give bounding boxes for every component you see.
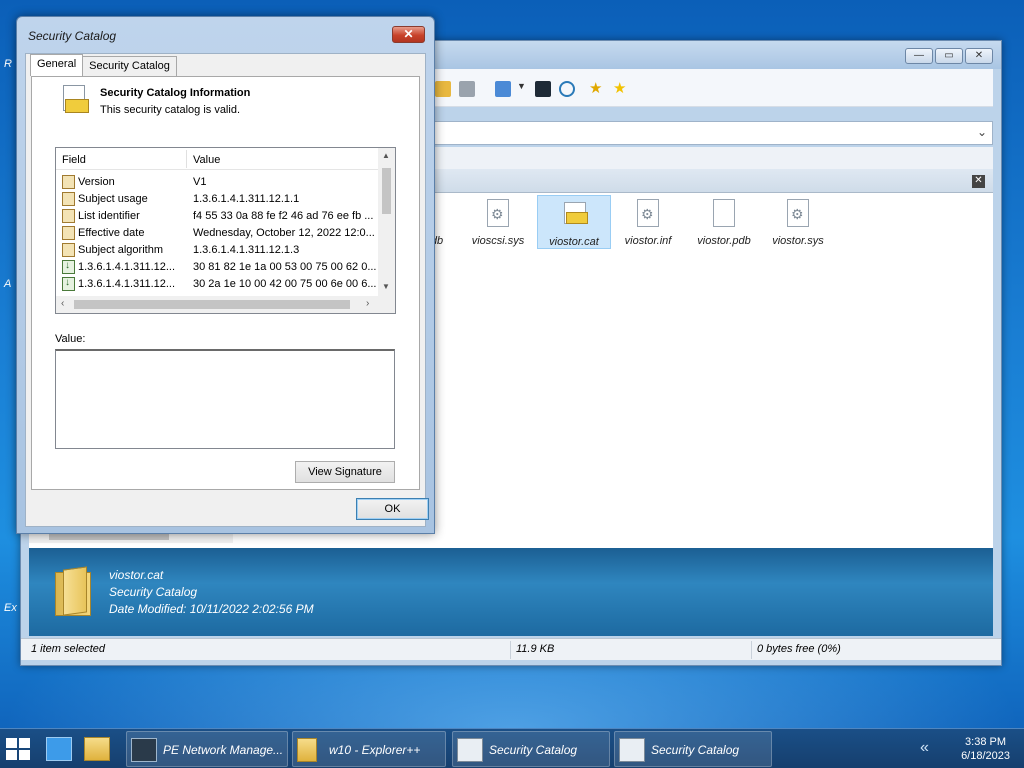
status-selection: 1 item selected: [31, 643, 105, 655]
close-tab-icon[interactable]: ✕: [972, 175, 985, 188]
table-row[interactable]: List identifier f4 55 33 0a 88 fe f2 46 …: [56, 208, 378, 225]
dialog-close-button[interactable]: ✕: [392, 26, 425, 43]
show-hidden-icons-icon[interactable]: «: [920, 739, 929, 757]
listview-vertical-scrollbar[interactable]: ▲ ▼: [378, 148, 395, 296]
file-item-selected[interactable]: viostor.cat: [537, 195, 611, 249]
listview-horizontal-scrollbar[interactable]: ‹ ›: [56, 296, 395, 313]
catalog-field-icon: [62, 192, 75, 206]
catalog-field-icon: [62, 209, 75, 223]
table-row[interactable]: Effective date Wednesday, October 12, 20…: [56, 225, 378, 242]
scroll-left-icon[interactable]: ‹: [61, 298, 64, 309]
blank-file-icon: [713, 199, 735, 227]
folder-icon: [55, 568, 91, 616]
taskbar-clock[interactable]: 3:38 PM 6/18/2023: [961, 735, 1010, 763]
catalog-field-icon: [62, 226, 75, 240]
details-file-name: viostor.cat: [109, 568, 164, 582]
maximize-button[interactable]: ▭: [935, 48, 963, 64]
security-catalog-icon: [61, 85, 89, 115]
certificate-icon: [619, 738, 645, 762]
scroll-down-icon[interactable]: ▼: [382, 282, 390, 291]
folder-icon: [84, 737, 110, 761]
folder-up-icon[interactable]: [435, 81, 451, 97]
info-subtitle: This security catalog is valid.: [100, 104, 240, 116]
folder-icon: [297, 738, 317, 762]
scroll-thumb[interactable]: [74, 300, 350, 309]
taskbar-app-network-manager[interactable]: PE Network Manage...: [126, 731, 288, 767]
desktop-icon-edge[interactable]: Ex: [4, 602, 18, 614]
dropdown-arrow-icon[interactable]: ▼: [517, 81, 526, 97]
status-free-space: 0 bytes free (0%): [757, 643, 841, 655]
security-catalog-dialog: Security Catalog ✕ General Security Cata…: [16, 16, 435, 534]
network-manager-icon: [131, 738, 157, 762]
taskbar-app-security-catalog[interactable]: Security Catalog: [614, 731, 772, 767]
scroll-right-icon[interactable]: ›: [366, 298, 369, 309]
view-signature-button[interactable]: View Signature: [295, 461, 395, 483]
clock-time: 3:38 PM: [965, 736, 1007, 748]
tab-security-catalog[interactable]: Security Catalog: [82, 56, 177, 76]
file-item[interactable]: vioscsi.sys: [461, 195, 535, 247]
bookmarks-icon[interactable]: ★: [613, 81, 629, 97]
dialog-body: General Security Catalog Security Catalo…: [25, 53, 429, 527]
table-row[interactable]: Subject usage 1.3.6.1.4.1.311.12.1.1: [56, 191, 378, 208]
status-size: 11.9 KB: [516, 643, 555, 655]
catalog-field-icon: [62, 243, 75, 257]
file-item[interactable]: viostor.sys: [761, 195, 835, 247]
scroll-thumb[interactable]: [382, 168, 391, 214]
command-prompt-icon[interactable]: [535, 81, 551, 97]
catalog-field-icon: [62, 175, 75, 189]
column-header-value[interactable]: Value: [193, 154, 220, 166]
taskbar: PE Network Manage... w10 - Explorer++ Se…: [0, 728, 1024, 768]
setup-info-icon: [637, 199, 659, 227]
ok-button[interactable]: OK: [356, 498, 429, 520]
tab-general[interactable]: General: [30, 54, 84, 76]
taskbar-app-security-catalog[interactable]: Security Catalog: [452, 731, 610, 767]
taskbar-desktop-button[interactable]: [42, 731, 78, 767]
add-bookmark-icon[interactable]: ★: [589, 81, 605, 97]
table-row[interactable]: Version V1: [56, 174, 378, 191]
value-textbox[interactable]: [55, 349, 395, 449]
certificate-icon: [457, 738, 483, 762]
fields-listview[interactable]: Field Value Version V1 Subject usage 1.3…: [55, 147, 396, 314]
dialog-tabs: General Security Catalog: [30, 54, 177, 76]
taskbar-app-explorer[interactable]: w10 - Explorer++: [292, 731, 446, 767]
system-file-icon: [487, 199, 509, 227]
scroll-up-icon[interactable]: ▲: [382, 151, 390, 160]
details-date-modified: Date Modified: 10/11/2022 2:02:56 PM: [109, 602, 314, 616]
extension-icon: [62, 277, 75, 291]
close-button[interactable]: ✕: [965, 48, 993, 64]
details-file-type: Security Catalog: [109, 585, 198, 599]
refresh-icon[interactable]: [559, 81, 575, 97]
start-button[interactable]: [6, 738, 32, 760]
file-item[interactable]: viostor.inf: [611, 195, 685, 247]
file-item[interactable]: viostor.pdb: [687, 195, 761, 247]
security-catalog-icon: [562, 200, 588, 226]
table-row[interactable]: Subject algorithm 1.3.6.1.4.1.311.12.1.3: [56, 242, 378, 259]
status-bar: 1 item selected 11.9 KB 0 bytes free (0%…: [21, 638, 1001, 660]
extension-icon: [62, 260, 75, 274]
chevron-down-icon[interactable]: ⌄: [977, 125, 987, 139]
clock-date: 6/18/2023: [961, 750, 1010, 762]
table-row[interactable]: 1.3.6.1.4.1.311.12... 30 81 82 1e 1a 00 …: [56, 259, 378, 276]
taskbar-explorer-pin[interactable]: [80, 731, 116, 767]
desktop-icon: [46, 737, 72, 761]
dialog-title: Security Catalog: [28, 29, 117, 43]
general-panel: Security Catalog Information This securi…: [31, 76, 420, 490]
table-row[interactable]: 1.3.6.1.4.1.311.12... 30 2a 1e 10 00 42 …: [56, 276, 378, 293]
listview-header: Field Value: [56, 148, 378, 170]
info-title: Security Catalog Information: [100, 87, 251, 99]
value-label: Value:: [55, 333, 86, 345]
folder-gray-icon[interactable]: [459, 81, 475, 97]
minimize-button[interactable]: —: [905, 48, 933, 64]
system-file-icon: [787, 199, 809, 227]
column-header-field[interactable]: Field: [62, 154, 86, 166]
details-pane: viostor.cat Security Catalog Date Modifi…: [29, 548, 993, 636]
view-grid-icon[interactable]: [495, 81, 511, 97]
